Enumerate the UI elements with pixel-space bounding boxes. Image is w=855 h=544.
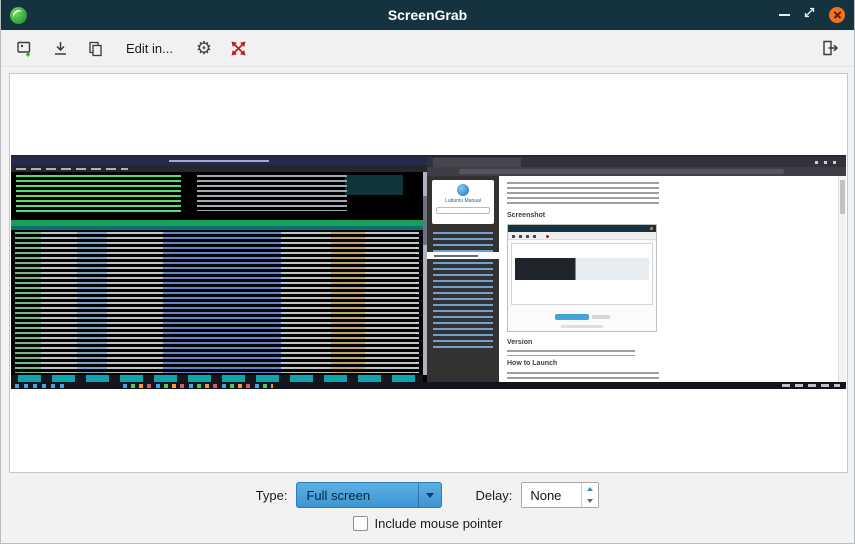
preview-nested-screengrab-shot xyxy=(507,224,657,332)
titlebar: ScreenGrab xyxy=(1,0,854,30)
preview-htop-info xyxy=(197,175,347,211)
preview-terminal-menubar xyxy=(11,165,427,172)
app-logo-icon xyxy=(10,7,27,24)
preview-docs-content: Screenshot xyxy=(499,176,838,382)
preview-terminal-titlebar xyxy=(11,157,427,165)
preview-docs-sidebar: Lubuntu Manual xyxy=(427,176,499,382)
preview-nested-titlebar xyxy=(508,225,656,232)
preview-nested-controls xyxy=(508,314,656,320)
save-icon xyxy=(52,40,69,57)
preview-docs-current-page xyxy=(427,252,499,259)
preview-taskbar-tray xyxy=(782,384,840,387)
quit-icon xyxy=(821,39,839,57)
preview-lubuntu-logo-icon xyxy=(457,184,469,196)
screengrab-window: ScreenGrab Ed xyxy=(0,0,855,544)
save-button[interactable] xyxy=(44,33,76,63)
preview-paragraph xyxy=(507,350,635,356)
type-dropdown-value: Full screen xyxy=(297,488,370,503)
delay-spinbox-value: None xyxy=(522,488,561,503)
preview-terminal-log xyxy=(11,230,423,375)
settings-gear-icon: ⚙ xyxy=(196,39,212,57)
preview-heading-how-to-launch: How to Launch xyxy=(507,360,557,368)
maximize-icon[interactable] xyxy=(803,6,816,24)
chevron-down-icon[interactable] xyxy=(418,483,441,507)
preview-htop-meters xyxy=(16,175,181,214)
preview-terminal-htop xyxy=(11,172,423,217)
settings-button[interactable]: ⚙ xyxy=(188,33,220,63)
preview-docs-title: Lubuntu Manual xyxy=(432,198,494,204)
screengrab-logo-icon xyxy=(229,39,248,58)
preview-firefox-body: Lubuntu Manual Screenshot xyxy=(427,176,846,382)
window-title: ScreenGrab xyxy=(1,7,854,23)
preview-heading-version: Version xyxy=(507,339,532,347)
preview-paragraph xyxy=(507,182,659,204)
preview-log-columns xyxy=(15,232,419,373)
copy-icon xyxy=(87,40,104,57)
spin-down-icon[interactable] xyxy=(582,495,598,507)
include-pointer-label[interactable]: Include mouse pointer xyxy=(375,516,503,531)
preview-nested-toolbar xyxy=(508,232,656,240)
preview-htop-extra xyxy=(345,175,403,195)
type-label: Type: xyxy=(256,488,288,503)
preview-firefox-tabbar xyxy=(427,157,846,167)
preview-firefox-window: Lubuntu Manual Screenshot xyxy=(427,157,846,382)
about-screengrab-button[interactable] xyxy=(223,33,255,63)
preview-nested-checkbox-row xyxy=(561,325,603,328)
preview-firefox-scrollbar xyxy=(838,176,846,382)
preview-taskbar-launcher-icons xyxy=(15,384,69,388)
preview-terminal-window xyxy=(11,157,427,382)
new-screenshot-icon xyxy=(16,39,34,57)
capture-options-row: Type: Full screen Delay: None xyxy=(1,482,854,508)
type-dropdown[interactable]: Full screen xyxy=(296,482,442,508)
preview-firefox-active-tab xyxy=(433,158,521,167)
preview-nested-combo xyxy=(555,314,589,320)
preview-paragraph xyxy=(507,372,659,380)
copy-button[interactable] xyxy=(79,33,111,63)
delay-label: Delay: xyxy=(475,488,512,503)
close-icon[interactable] xyxy=(829,7,845,23)
quit-button[interactable] xyxy=(814,33,846,63)
new-screenshot-button[interactable] xyxy=(9,33,41,63)
preview-firefox-navbar xyxy=(427,167,846,176)
preview-docs-toc-links xyxy=(433,232,493,352)
minimize-icon[interactable] xyxy=(779,14,790,16)
window-controls xyxy=(779,6,845,24)
delay-spinbox[interactable]: None xyxy=(521,482,599,508)
preview-taskbar-window-icons xyxy=(123,384,273,388)
edit-in-button[interactable]: Edit in... xyxy=(114,33,185,63)
preview-nested-thumbnail xyxy=(515,258,649,280)
preview-htop-fkey-bar xyxy=(11,375,423,382)
spin-up-icon[interactable] xyxy=(582,483,598,495)
toolbar: Edit in... ⚙ xyxy=(1,30,854,67)
screenshot-preview-image: Lubuntu Manual Screenshot xyxy=(11,155,846,389)
preview-nested-spin xyxy=(592,315,610,319)
preview-docs-logo-card: Lubuntu Manual xyxy=(432,180,494,224)
preview-desktop-taskbar xyxy=(11,382,846,389)
preview-nested-preview-box xyxy=(511,243,653,305)
pointer-option-row: Include mouse pointer xyxy=(1,516,854,531)
delay-spin-buttons xyxy=(581,483,598,507)
preview-area: Lubuntu Manual Screenshot xyxy=(9,73,848,473)
preview-heading-screenshot: Screenshot xyxy=(507,212,545,220)
preview-docs-search xyxy=(436,207,490,214)
include-pointer-checkbox[interactable] xyxy=(353,516,368,531)
